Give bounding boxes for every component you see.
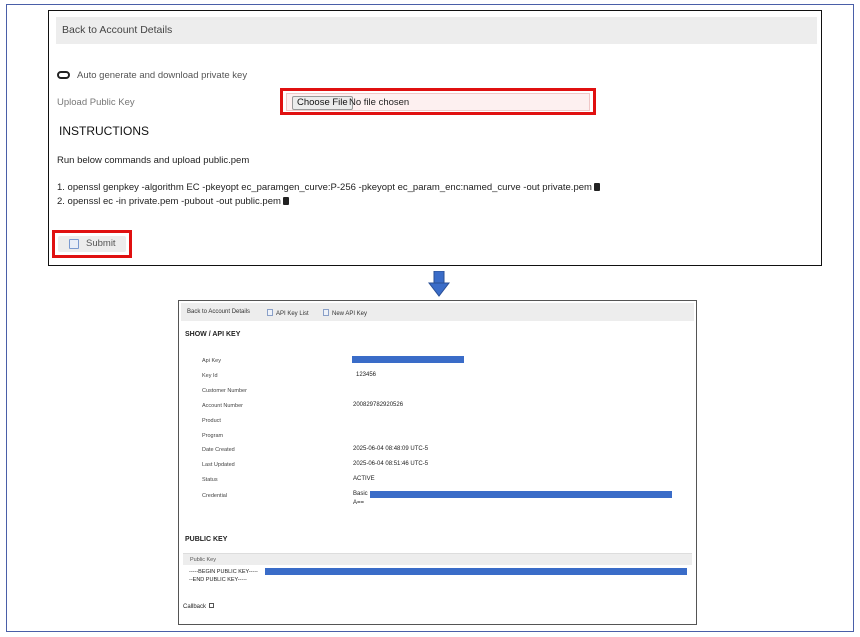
api-key-label: Api Key [202,358,221,364]
status-label: Status [202,477,218,483]
copy-icon[interactable] [282,197,289,205]
product-label: Product [202,418,221,424]
back-to-account-details-link[interactable]: Back to Account Details [56,17,817,44]
save-icon [69,239,79,249]
upload-public-key-label: Upload Public Key [57,97,135,108]
list-icon [267,309,273,316]
command-line-1: 1. openssl genpkey -algorithm EC -pkeyop… [57,182,600,193]
submit-button[interactable]: Submit [58,236,126,252]
key-id-value: 123456 [356,372,377,378]
choose-file-button[interactable]: Choose File [292,96,353,110]
date-created-value: 2025-06-04 08:48:09 UTC-5 [353,446,429,452]
callback-checkbox[interactable] [209,603,215,608]
customer-number-label: Customer Number [202,388,247,394]
account-number-label: Account Number [202,403,243,409]
status-value: ACTIVE [353,476,375,482]
nav-api-key-list[interactable]: API Key List [267,309,309,317]
auto-generate-toggle[interactable] [57,71,70,79]
upload-highlight-box: Choose File No file chosen [280,88,596,115]
new-icon [323,309,329,316]
key-id-label: Key Id [202,373,218,379]
file-input[interactable]: Choose File No file chosen [286,93,590,111]
account-number-value: 200829782920526 [353,402,404,408]
no-file-chosen-text: No file chosen [349,97,410,108]
callback-label: Callback [183,604,207,610]
nav-back-to-account-details[interactable]: Back to Account Details [187,309,250,315]
api-key-details-panel: Back to Account Details API Key List New… [178,300,697,625]
public-key-title: PUBLIC KEY [185,536,228,543]
credential-prefix: Basic [353,491,368,497]
command-line-2: 2. openssl ec -in private.pem -pubout -o… [57,196,289,207]
api-key-redaction [352,356,464,363]
command-text-2: 2. openssl ec -in private.pem -pubout -o… [57,196,281,207]
submit-label: Submit [86,238,116,249]
show-api-key-title: SHOW / API KEY [185,331,241,338]
upload-key-panel: Back to Account Details Auto generate an… [48,10,822,266]
credential-suffix: A== [353,500,365,506]
instructions-text: Run below commands and upload public.pem [57,155,250,166]
instructions-heading: INSTRUCTIONS [59,124,149,138]
nav-api-key-list-label: API Key List [276,311,309,317]
program-label: Program [202,433,224,439]
copy-icon[interactable] [593,183,600,191]
credential-label: Credential [202,493,228,499]
public-key-end-line: --END PUBLIC KEY----- [189,577,247,583]
command-text-1: 1. openssl genpkey -algorithm EC -pkeyop… [57,182,592,193]
down-arrow-icon [428,271,450,297]
auto-generate-label: Auto generate and download private key [77,70,248,81]
last-updated-value: 2025-06-04 08:51:46 UTC-5 [353,461,429,467]
public-key-begin-line: -----BEGIN PUBLIC KEY----- [189,569,258,575]
nav-new-api-key[interactable]: New API Key [323,309,367,317]
submit-highlight-box: Submit [52,230,132,258]
public-key-redaction [265,568,687,575]
last-updated-label: Last Updated [202,462,235,468]
api-key-nav-bar: Back to Account Details API Key List New… [181,303,694,321]
credential-redaction [370,491,672,498]
callback-field: Callback [183,603,215,610]
date-created-label: Date Created [202,447,235,453]
public-key-header: Public Key [183,553,692,565]
nav-new-api-key-label: New API Key [332,311,368,317]
